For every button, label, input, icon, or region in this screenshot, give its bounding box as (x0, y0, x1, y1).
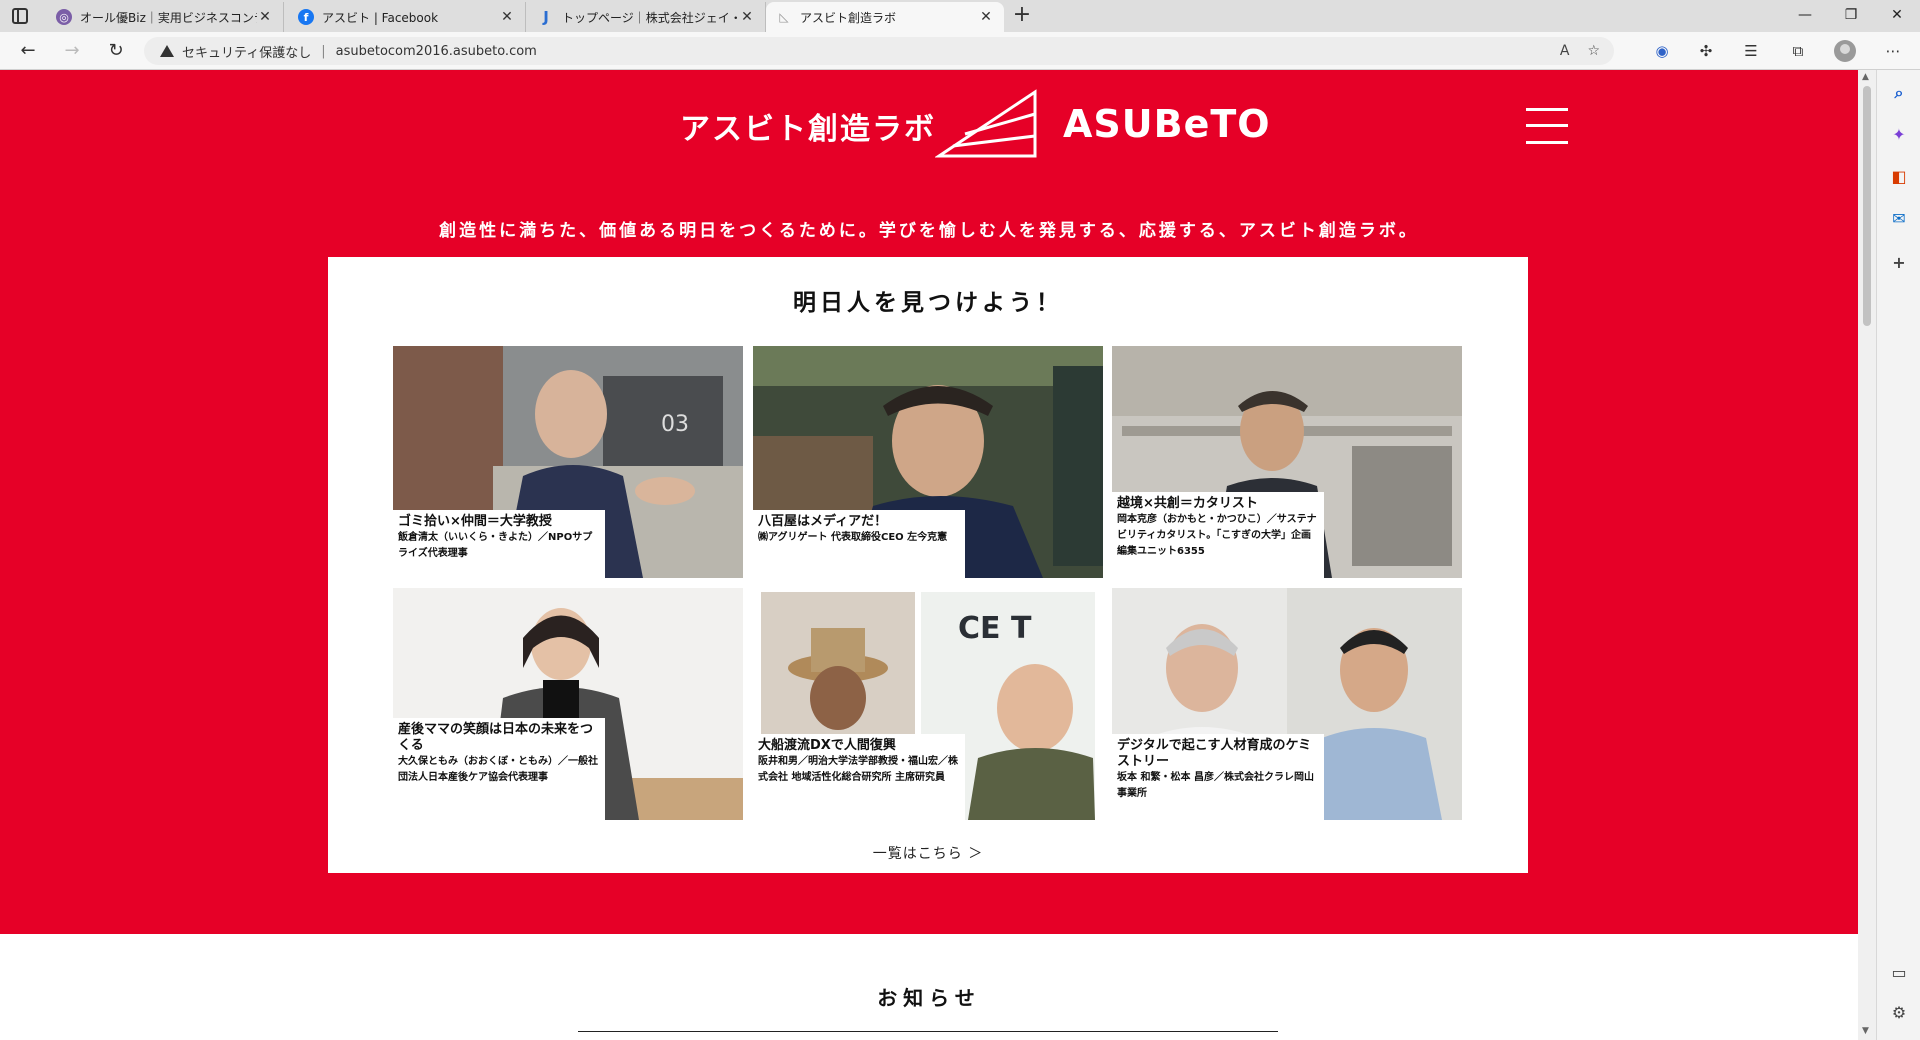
featured-item[interactable]: デジタルで起こす人材育成のケミストリー 坂本 和繁・松本 昌彦／株式会社クラレ岡… (1112, 588, 1462, 820)
tab-asubeto[interactable]: ◺ アスビト創造ラボ ✕ (766, 2, 1004, 32)
add-icon[interactable]: + (1888, 252, 1910, 274)
site-logo[interactable]: アスビト創造ラボ ASUBeTO (680, 88, 1270, 168)
extension-icon[interactable]: ◉ (1651, 40, 1673, 62)
tab-jcast[interactable]: J トップページ｜株式会社ジェイ・キャス ✕ (528, 2, 766, 32)
section-title: 明日人を見つけよう！ (793, 290, 1063, 316)
more-menu-icon[interactable]: ⋯ (1882, 40, 1904, 62)
tagline: 創造性に満ちた、価値ある明日をつくるために。学びを愉しむ人を発見する、応援する、… (439, 221, 1419, 241)
item-title: 大船渡流DXで人間復興 (758, 738, 896, 753)
tab-bar: ◎ オール優Biz｜実用ビジネスコンテンツ ✕ f アスビト | Faceboo… (0, 0, 1920, 32)
url-field[interactable]: セキュリティ保護なし | asubetocom2016.asubeto.com … (144, 37, 1614, 65)
read-aloud-icon[interactable]: A (1560, 43, 1570, 59)
forward-button[interactable]: → (58, 38, 86, 64)
featured-item[interactable]: 越境×共創＝カタリスト 岡本克彦（おかもと・かつひこ）／サステナビリティカタリス… (1112, 346, 1462, 578)
view-all-link[interactable]: 一覧はこちら ＞ (328, 843, 1528, 863)
featured-card: 明日人を見つけよう！ 03 ゴミ拾い×仲間＝大学教授 飯倉清太（いいくら・きよた… (328, 257, 1528, 873)
item-caption: 越境×共創＝カタリスト 岡本克彦（おかもと・かつひこ）／サステナビリティカタリス… (1112, 492, 1324, 578)
scrollbar[interactable]: ▲ ▼ (1858, 70, 1876, 1040)
office-icon[interactable]: ◧ (1888, 166, 1910, 188)
scroll-up-icon[interactable]: ▲ (1862, 72, 1869, 82)
restore-button[interactable]: ❐ (1828, 0, 1874, 32)
asubeto-icon: ◺ (779, 10, 789, 24)
featured-item[interactable]: 八百屋はメディアだ！ ㈱アグリゲート 代表取締役CEO 左今克憲 (753, 346, 1103, 578)
news-section-title: お知らせ (877, 986, 981, 1010)
tab-actions-icon[interactable] (12, 8, 28, 24)
item-title: デジタルで起こす人材育成のケミストリー (1117, 738, 1312, 769)
extensions-puzzle-icon[interactable]: ✣ (1695, 40, 1717, 62)
purple-circle-icon: ◎ (56, 9, 72, 25)
favorites-icon[interactable]: ☰ (1740, 40, 1762, 62)
item-caption: デジタルで起こす人材育成のケミストリー 坂本 和繁・松本 昌彦／株式会社クラレ岡… (1112, 734, 1324, 820)
featured-item[interactable]: CE T 大船渡流DXで人間復興 阪井和男／明治大学法学部教授・福山宏／株式会社… (753, 588, 1103, 820)
avatar[interactable] (1834, 40, 1856, 62)
tab-facebook[interactable]: f アスビト | Facebook ✕ (288, 2, 526, 32)
divider (578, 1031, 1278, 1032)
address-bar: ← → ↻ セキュリティ保護なし | asubetocom2016.asubet… (0, 32, 1920, 70)
close-icon[interactable]: ✕ (257, 9, 273, 25)
close-icon[interactable]: ✕ (739, 9, 755, 25)
close-icon[interactable]: ✕ (499, 9, 515, 25)
item-caption: ゴミ拾い×仲間＝大学教授 飯倉清太（いいくら・きよた）／NPOサプライズ代表理事 (393, 510, 605, 578)
item-subtitle: ㈱アグリゲート 代表取締役CEO 左今克憲 (758, 532, 948, 543)
item-subtitle: 岡本克彦（おかもと・かつひこ）／サステナビリティカタリスト。「こすぎの大学」企画… (1117, 514, 1317, 557)
item-subtitle: 坂本 和繁・松本 昌彦／株式会社クラレ岡山事業所 (1117, 772, 1314, 799)
tab-label: トップページ｜株式会社ジェイ・キャス (562, 10, 739, 25)
url-text[interactable]: asubetocom2016.asubeto.com (336, 44, 537, 59)
new-tab-button[interactable]: + (1010, 4, 1034, 28)
featured-item[interactable]: 産後ママの笑顔は日本の未来をつくる 大久保ともみ（おおくぼ・ともみ）／一般社団法… (393, 588, 743, 820)
logo-mark-icon (935, 89, 1037, 158)
j-letter-icon: J (543, 8, 549, 26)
hero-section: アスビト創造ラボ ASUBeTO 創造性に満ちた、価値ある明日をつくるために。学… (0, 70, 1858, 934)
logo-japanese-text: アスビト創造ラボ (680, 112, 936, 147)
collections-icon[interactable]: ⧉ (1787, 40, 1809, 62)
tab-label: アスビト | Facebook (322, 10, 439, 25)
scrollbar-thumb[interactable] (1863, 86, 1871, 326)
logo-english-text: ASUBeTO (1063, 102, 1271, 146)
close-window-button[interactable]: ✕ (1874, 0, 1920, 32)
tab-all-yu-biz[interactable]: ◎ オール優Biz｜実用ビジネスコンテンツ ✕ (46, 2, 284, 32)
menu-icon[interactable] (1526, 108, 1568, 144)
item-subtitle: 大久保ともみ（おおくぼ・ともみ）／一般社団法人日本産後ケア協会代表理事 (398, 756, 598, 783)
favorite-star-icon[interactable]: ☆ (1587, 43, 1600, 59)
svg-text:03: 03 (661, 412, 689, 437)
item-title: 産後ママの笑顔は日本の未来をつくる (398, 722, 594, 753)
item-title: 八百屋はメディアだ！ (758, 514, 888, 529)
edge-sidebar: ⌕ ✦ ◧ ✉ + ▭ ⚙ (1876, 70, 1920, 1040)
svg-text:CE T: CE T (958, 611, 1032, 646)
featured-item[interactable]: 03 ゴミ拾い×仲間＝大学教授 飯倉清太（いいくら・きよた）／NPOサプライズ代… (393, 346, 743, 578)
item-title: 越境×共創＝カタリスト (1117, 496, 1258, 511)
item-title: ゴミ拾い×仲間＝大学教授 (398, 514, 552, 529)
scroll-down-icon[interactable]: ▼ (1862, 1026, 1869, 1036)
security-label[interactable]: セキュリティ保護なし (182, 42, 311, 61)
divider: | (321, 43, 326, 59)
settings-gear-icon[interactable]: ⚙ (1888, 1002, 1910, 1024)
outlook-icon[interactable]: ✉ (1888, 208, 1910, 230)
sidebar-toggle-icon[interactable]: ▭ (1888, 962, 1910, 984)
item-caption: 産後ママの笑顔は日本の未来をつくる 大久保ともみ（おおくぼ・ともみ）／一般社団法… (393, 718, 605, 820)
copilot-icon[interactable]: ✦ (1888, 124, 1910, 146)
tab-label: アスビト創造ラボ (800, 10, 897, 25)
close-icon[interactable]: ✕ (978, 9, 994, 25)
item-caption: 大船渡流DXで人間復興 阪井和男／明治大学法学部教授・福山宏／株式会社 地域活性… (753, 734, 965, 820)
warning-icon (160, 45, 174, 57)
item-subtitle: 飯倉清太（いいくら・きよた）／NPOサプライズ代表理事 (398, 532, 593, 559)
web-page: アスビト創造ラボ ASUBeTO 創造性に満ちた、価値ある明日をつくるために。学… (0, 70, 1858, 1040)
reload-button[interactable]: ↻ (102, 38, 130, 64)
item-caption: 八百屋はメディアだ！ ㈱アグリゲート 代表取締役CEO 左今克憲 (753, 510, 965, 578)
search-icon[interactable]: ⌕ (1888, 82, 1910, 104)
item-subtitle: 阪井和男／明治大学法学部教授・福山宏／株式会社 地域活性化総合研究所 主席研究員 (758, 756, 958, 783)
facebook-icon: f (298, 9, 314, 25)
minimize-button[interactable]: — (1782, 0, 1828, 32)
tab-label: オール優Biz｜実用ビジネスコンテンツ (80, 10, 257, 25)
back-button[interactable]: ← (14, 38, 42, 64)
